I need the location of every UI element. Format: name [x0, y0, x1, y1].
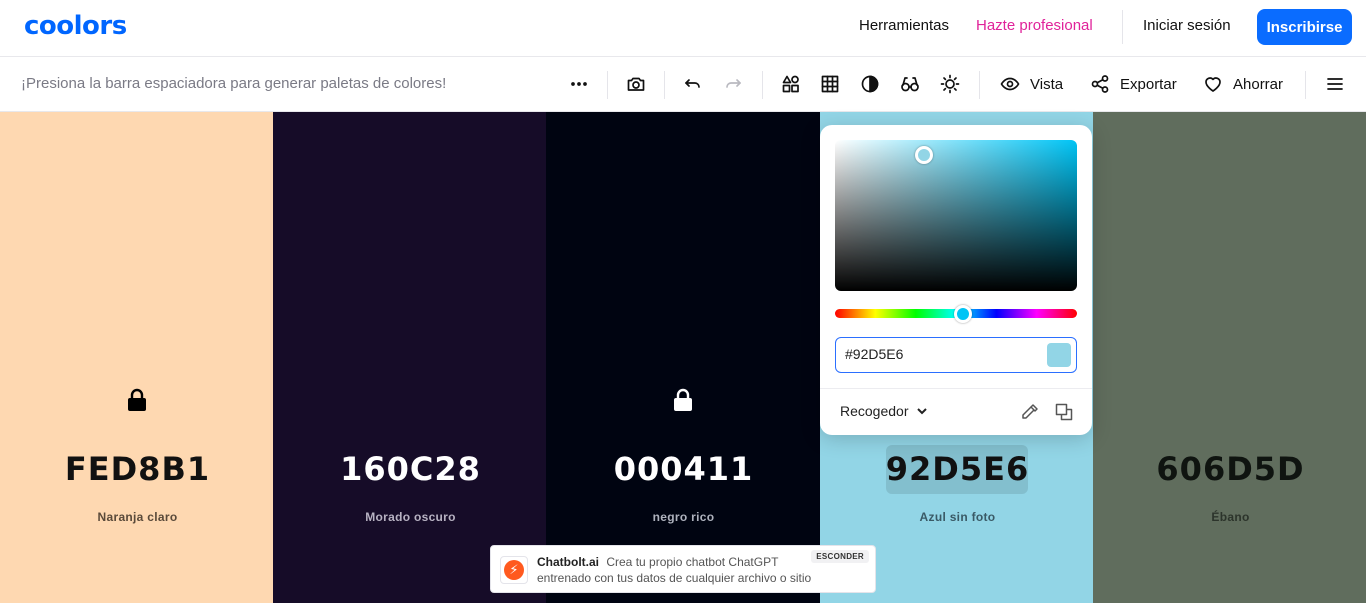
view-label: Vista	[1030, 75, 1064, 93]
save-button[interactable]: Ahorrar	[1203, 71, 1283, 97]
picker-mode-label: Recogedor	[840, 403, 909, 419]
copy-icon[interactable]	[1054, 402, 1074, 422]
picker-mode-select[interactable]: Recogedor	[840, 403, 929, 419]
picker-divider	[820, 388, 1092, 389]
undo-icon[interactable]	[682, 71, 704, 97]
redo-icon[interactable]	[722, 71, 744, 97]
hue-handle[interactable]	[954, 305, 972, 323]
color-picker-popup: Recogedor	[820, 125, 1092, 435]
glasses-icon[interactable]	[899, 71, 921, 97]
ad-line1: Crea tu propio chatbot ChatGPT	[606, 555, 779, 569]
color-name: Morado oscuro	[365, 510, 456, 524]
ad-banner[interactable]: ⚡ Chatbolt.ai Crea tu propio chatbot Cha…	[490, 545, 876, 593]
palette-color-column[interactable]: 000411 negro rico	[546, 112, 821, 603]
nav-tools-link[interactable]: Herramientas	[859, 17, 949, 34]
toolbar: ¡Presiona la barra espaciadora para gene…	[0, 57, 1366, 112]
nav-pro-link[interactable]: Hazte profesional	[976, 17, 1093, 34]
color-swatch	[1047, 343, 1071, 367]
lock-icon[interactable]	[672, 388, 694, 412]
grid-icon[interactable]	[819, 71, 841, 97]
contrast-icon[interactable]	[859, 71, 881, 97]
color-hex-code[interactable]: 160C28	[273, 450, 548, 488]
nav-divider	[1122, 10, 1123, 44]
color-name: negro rico	[652, 510, 715, 524]
palette-color-column[interactable]: FED8B1 Naranja claro	[0, 112, 275, 603]
toolbar-divider	[1305, 71, 1306, 99]
signup-button[interactable]: Inscribirse	[1257, 9, 1352, 45]
export-label: Exportar	[1120, 75, 1177, 93]
hex-input[interactable]	[845, 346, 1025, 362]
export-button[interactable]: Exportar	[1090, 71, 1177, 97]
color-name: Azul sin foto	[919, 510, 996, 524]
ad-text: Chatbolt.ai Crea tu propio chatbot ChatG…	[537, 554, 827, 586]
toolbar-divider	[607, 71, 608, 99]
ad-brand: Chatbolt.ai	[537, 555, 599, 569]
toolbar-divider	[664, 71, 665, 99]
share-icon	[1091, 75, 1109, 93]
chatbolt-logo: ⚡	[500, 556, 528, 584]
palette-color-column[interactable]: 160C28 Morado oscuro	[273, 112, 548, 603]
heart-icon	[1205, 77, 1221, 92]
brightness-icon[interactable]	[939, 71, 961, 97]
camera-icon[interactable]	[625, 71, 647, 97]
eyedropper-icon[interactable]	[1020, 402, 1040, 422]
saturation-handle[interactable]	[915, 146, 933, 164]
shapes-icon[interactable]	[780, 71, 802, 97]
color-hex-code[interactable]: 606D5D	[1093, 450, 1366, 488]
view-button[interactable]: Vista	[1000, 71, 1063, 97]
color-name: Naranja claro	[97, 510, 178, 524]
palette-color-column[interactable]: 606D5D Ébano	[1093, 112, 1366, 603]
toolbar-divider	[762, 71, 763, 99]
menu-icon[interactable]	[1324, 71, 1346, 97]
ad-hide-button[interactable]: ESCONDER	[811, 550, 869, 563]
more-icon[interactable]	[568, 71, 590, 97]
color-hex-code[interactable]: 92D5E6	[820, 450, 1095, 488]
color-name: Ébano	[1211, 510, 1250, 524]
save-label: Ahorrar	[1233, 75, 1284, 93]
top-nav: coolors Herramientas Hazte profesional I…	[0, 0, 1366, 57]
chevron-down-icon	[916, 408, 927, 415]
toolbar-divider	[979, 71, 980, 99]
ad-line2: entrenado con tus datos de cualquier arc…	[537, 571, 812, 585]
palette: FED8B1 Naranja claro 160C28 Morado oscuro 00…	[0, 112, 1366, 603]
color-hex-code[interactable]: 000411	[546, 450, 821, 488]
eye-icon	[1000, 77, 1020, 91]
coolors-logo[interactable]: coolors	[24, 11, 127, 41]
saturation-value-area[interactable]	[835, 140, 1077, 291]
signin-link[interactable]: Iniciar sesión	[1143, 17, 1231, 34]
spacebar-hint: ¡Presiona la barra espaciadora para gene…	[21, 75, 447, 92]
lock-icon[interactable]	[126, 388, 148, 412]
color-hex-code[interactable]: FED8B1	[0, 450, 275, 488]
hex-field	[835, 337, 1077, 373]
